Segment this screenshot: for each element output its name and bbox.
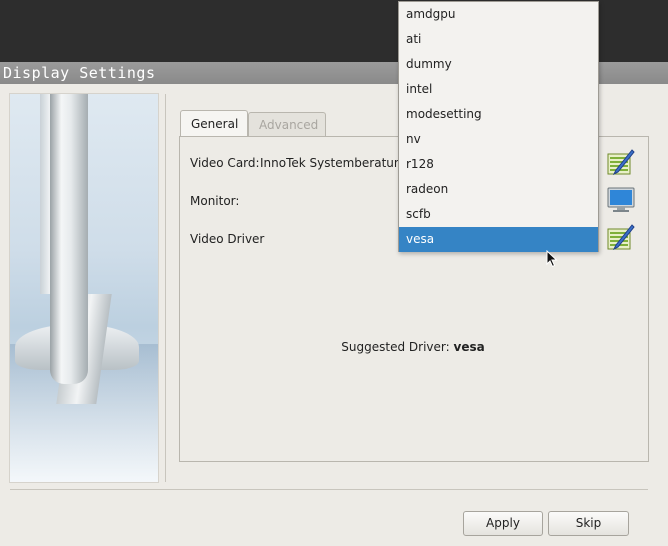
monitor-illustration (10, 94, 158, 482)
driver-option[interactable]: scfb (399, 202, 598, 227)
vertical-divider (165, 94, 166, 482)
driver-option[interactable]: modesetting (399, 102, 598, 127)
monitor-icon[interactable] (606, 185, 636, 215)
driver-option[interactable]: r128 (399, 152, 598, 177)
mouse-pointer-icon (546, 249, 558, 268)
monitor-label: Monitor: (190, 194, 240, 208)
suggested-driver: Suggested Driver: vesa (180, 340, 646, 354)
driver-option[interactable]: nv (399, 127, 598, 152)
driver-option[interactable]: intel (399, 77, 598, 102)
driver-option-selected[interactable]: vesa (399, 227, 598, 252)
video-card-label: Video Card: (190, 156, 260, 170)
driver-option[interactable]: radeon (399, 177, 598, 202)
tab-advanced[interactable]: Advanced (248, 112, 326, 136)
tab-general[interactable]: General (180, 110, 248, 136)
video-driver-dropdown-list[interactable]: amdgpu ati dummy intel modesetting nv r1… (398, 1, 599, 252)
configure-video-driver-icon[interactable] (606, 223, 636, 253)
configure-video-card-icon[interactable] (606, 148, 636, 178)
suggested-driver-label: Suggested Driver: (341, 340, 450, 354)
driver-option[interactable]: ati (399, 27, 598, 52)
suggested-driver-value: vesa (453, 340, 485, 354)
video-card-value: InnoTek Systemberatung (260, 156, 410, 170)
apply-button[interactable]: Apply (463, 511, 543, 536)
video-driver-label: Video Driver (190, 232, 265, 246)
driver-option[interactable]: dummy (399, 52, 598, 77)
horizontal-divider (10, 489, 648, 490)
skip-button[interactable]: Skip (548, 511, 629, 536)
driver-option[interactable]: amdgpu (399, 2, 598, 27)
